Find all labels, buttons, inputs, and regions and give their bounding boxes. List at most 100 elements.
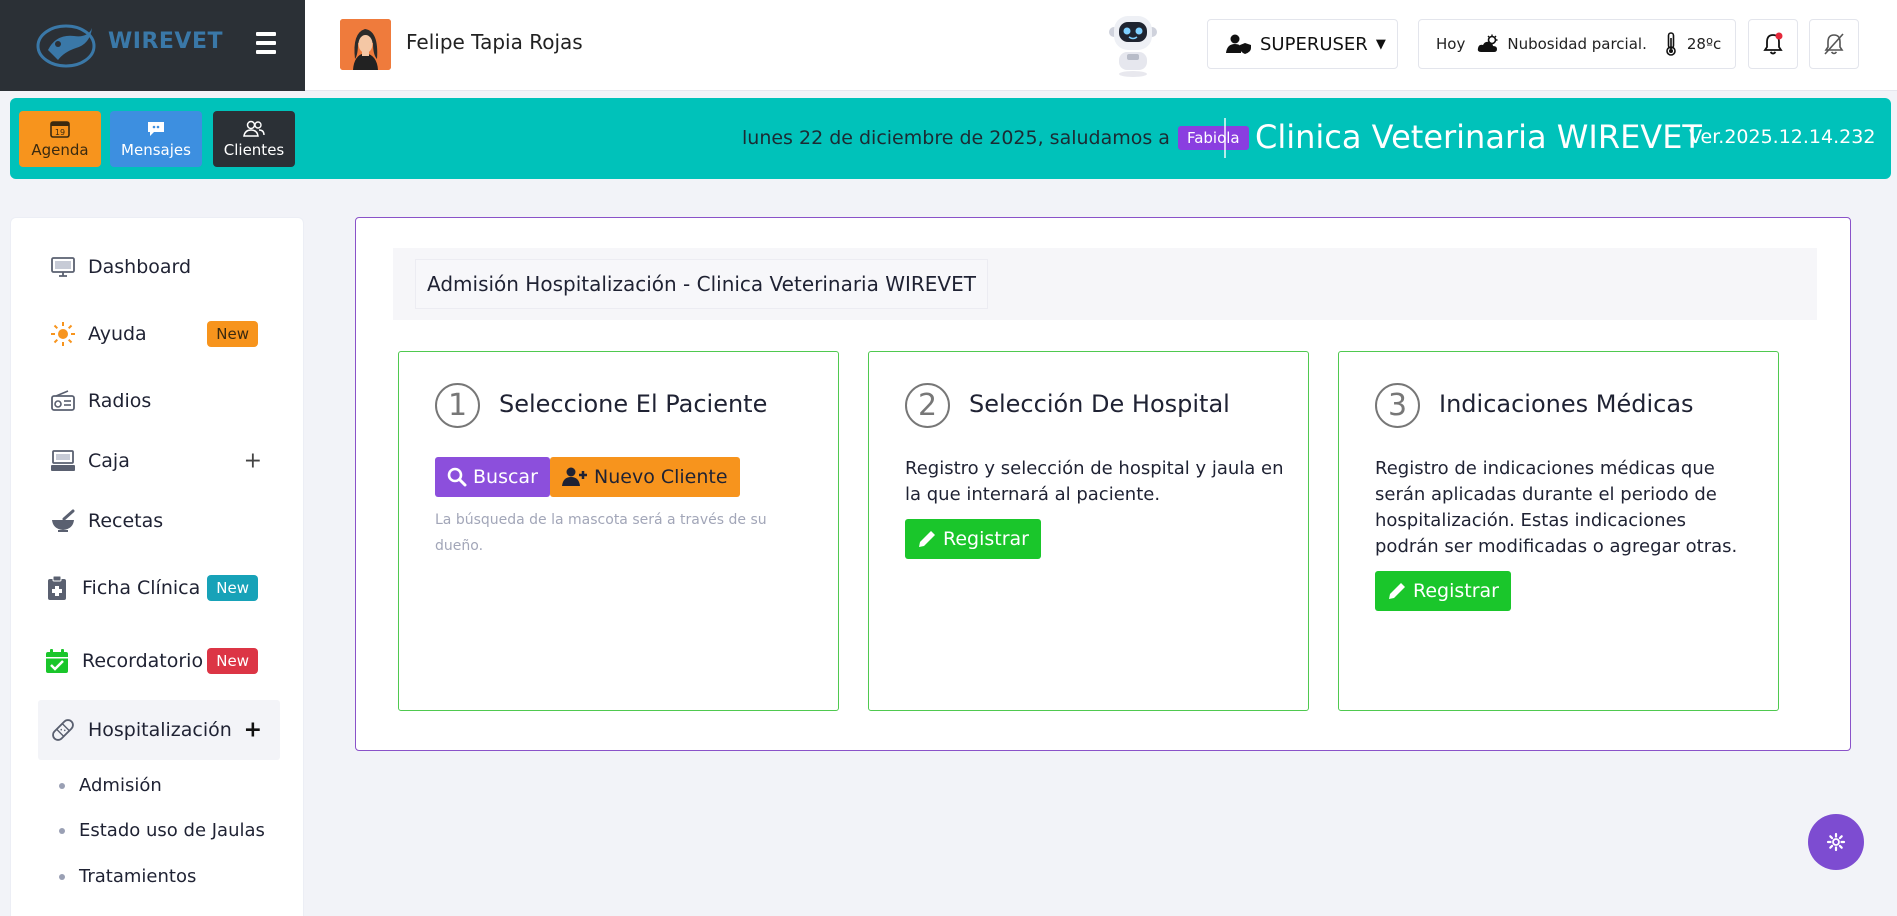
card-title: Selección De Hospital xyxy=(969,390,1230,418)
mute-notifications-button[interactable] xyxy=(1809,19,1859,69)
search-button[interactable]: Buscar xyxy=(435,457,550,497)
gear-icon xyxy=(1826,832,1846,852)
calendar-check-icon xyxy=(46,649,68,673)
users-icon xyxy=(243,120,265,137)
caret-down-icon: ▼ xyxy=(1375,36,1386,52)
calendar-icon: 19 xyxy=(50,121,70,138)
bell-icon xyxy=(1763,32,1783,55)
greeting-text: lunes 22 de diciembre de 2025, saludamos… xyxy=(742,127,1170,149)
brand-name: WIREVET xyxy=(108,29,223,54)
messages-label: Mensajes xyxy=(121,141,191,159)
sidebar-item-hospitalizacion[interactable]: Hospitalización + xyxy=(38,700,280,760)
card-description: Registro y selección de hospital y jaula… xyxy=(905,458,1284,505)
pencil-icon xyxy=(919,531,935,547)
clipboard-medical-icon xyxy=(48,575,66,600)
brand-area: WIREVET xyxy=(0,0,305,91)
search-icon xyxy=(447,467,467,487)
register-indications-button[interactable]: Registrar xyxy=(1375,571,1511,611)
sidebar-item-label: Hospitalización xyxy=(88,719,232,741)
bandage-icon xyxy=(52,719,74,741)
role-dropdown-button[interactable]: SUPERUSER ▼ xyxy=(1207,19,1398,69)
register-label: Registrar xyxy=(943,528,1029,550)
sidebar-item-label: Ficha Clínica xyxy=(82,577,201,599)
sidebar-item-ficha-clinica[interactable]: Ficha Clínica New xyxy=(38,558,280,618)
avatar[interactable] xyxy=(340,19,391,70)
sidebar-item-radios[interactable]: Radios xyxy=(38,371,280,431)
bullet xyxy=(59,873,65,880)
sidebar-item-recordatorio[interactable]: Recordatorio New xyxy=(38,631,280,691)
card-title: Seleccione El Paciente xyxy=(499,390,768,418)
search-label: Buscar xyxy=(473,466,538,488)
card-description: Registro de indicaciones médicas que ser… xyxy=(1375,458,1738,557)
sidebar: Dashboard Ayuda New Radios Caja + Receta… xyxy=(10,217,304,916)
messages-button[interactable]: Mensajes xyxy=(110,111,202,167)
greeting: lunes 22 de diciembre de 2025, saludamos… xyxy=(742,126,1249,150)
search-hint: La búsqueda de la mascota será a través … xyxy=(435,512,767,554)
subitem-label: Estado uso de Jaulas xyxy=(79,820,265,841)
step-number: 1 xyxy=(435,383,480,428)
subitem-admision[interactable]: Admisión xyxy=(59,775,162,796)
admission-panel: Admisión Hospitalización - Clinica Veter… xyxy=(355,217,1851,751)
wirevet-logo-icon[interactable] xyxy=(36,20,104,68)
radio-icon xyxy=(51,390,75,411)
clients-label: Clientes xyxy=(223,141,285,159)
partly-cloudy-icon xyxy=(1478,34,1498,52)
new-badge: New xyxy=(207,321,258,347)
monitor-icon xyxy=(51,257,75,277)
robot-assistant-icon[interactable] xyxy=(1105,10,1161,78)
user-plus-icon xyxy=(562,467,587,486)
register-hospital-button[interactable]: Registrar xyxy=(905,519,1041,559)
greeted-user-badge: Fabiola xyxy=(1177,126,1249,150)
weather-widget: Hoy Nubosidad parcial. 28ºc xyxy=(1418,19,1736,69)
register-label: Registrar xyxy=(1413,580,1499,602)
bell-slash-icon xyxy=(1824,33,1844,55)
sidebar-item-caja[interactable]: Caja + xyxy=(38,431,280,491)
expand-icon[interactable]: + xyxy=(244,718,262,743)
role-label: SUPERUSER xyxy=(1260,33,1368,55)
agenda-button[interactable]: 19 Agenda xyxy=(19,111,101,167)
thermometer-icon xyxy=(1666,32,1676,56)
pencil-icon xyxy=(1389,583,1405,599)
new-client-button[interactable]: Nuevo Cliente xyxy=(550,457,740,497)
sidebar-item-label: Recordatorio xyxy=(82,650,204,672)
panel-header: Admisión Hospitalización - Clinica Veter… xyxy=(393,248,1817,320)
sidebar-item-dashboard[interactable]: Dashboard xyxy=(38,237,280,297)
sidebar-item-recetas[interactable]: Recetas xyxy=(38,491,280,551)
step-number: 2 xyxy=(905,383,950,428)
step-number: 3 xyxy=(1375,383,1420,428)
sidebar-item-ayuda[interactable]: Ayuda New xyxy=(38,304,280,364)
top-header: WIREVET Felipe Tapia Rojas SUPERUSER ▼ H… xyxy=(0,0,1897,91)
new-badge: New xyxy=(207,575,258,601)
card-title: Indicaciones Médicas xyxy=(1439,390,1694,418)
clinic-title: Clinica Veterinaria WIREVET xyxy=(1255,118,1702,156)
menu-toggle-icon[interactable] xyxy=(256,32,276,54)
subitem-label: Admisión xyxy=(79,775,162,796)
sidebar-item-label: Caja xyxy=(88,450,130,472)
subitem-tratamientos[interactable]: Tratamientos xyxy=(59,866,196,887)
user-name: Felipe Tapia Rojas xyxy=(406,30,583,54)
sidebar-item-label: Recetas xyxy=(88,510,164,532)
step-card-patient: 1 Seleccione El Paciente Buscar Nuevo Cl… xyxy=(398,351,839,711)
cash-register-icon xyxy=(51,450,75,471)
agenda-label: Agenda xyxy=(31,141,89,159)
subitem-label: Tratamientos xyxy=(79,866,197,887)
subitem-estado-jaulas[interactable]: Estado uso de Jaulas xyxy=(59,820,265,841)
step-card-medical-indications: 3 Indicaciones Médicas Registro de indic… xyxy=(1338,351,1779,711)
settings-fab-button[interactable] xyxy=(1808,814,1864,870)
new-client-label: Nuevo Cliente xyxy=(594,466,728,488)
weather-temperature: 28ºc xyxy=(1686,35,1722,53)
step-card-hospital: 2 Selección De Hospital Registro y selec… xyxy=(868,351,1309,711)
quick-access-bar: 19 Agenda Mensajes Clientes lunes 22 de … xyxy=(10,98,1891,179)
sidebar-item-label: Ayuda xyxy=(88,323,147,345)
weather-condition: Nubosidad parcial. xyxy=(1507,35,1647,53)
sun-icon xyxy=(51,322,75,346)
notifications-button[interactable] xyxy=(1748,19,1798,69)
user-shield-icon xyxy=(1226,34,1251,54)
clients-button[interactable]: Clientes xyxy=(213,111,295,167)
bullet xyxy=(59,782,65,789)
page-title: Admisión Hospitalización - Clinica Veter… xyxy=(415,259,988,309)
svg-text:19: 19 xyxy=(55,128,65,137)
new-badge: New xyxy=(207,648,258,674)
version-label: Ver.2025.12.14.232 xyxy=(1689,126,1876,148)
expand-icon[interactable]: + xyxy=(244,449,262,474)
